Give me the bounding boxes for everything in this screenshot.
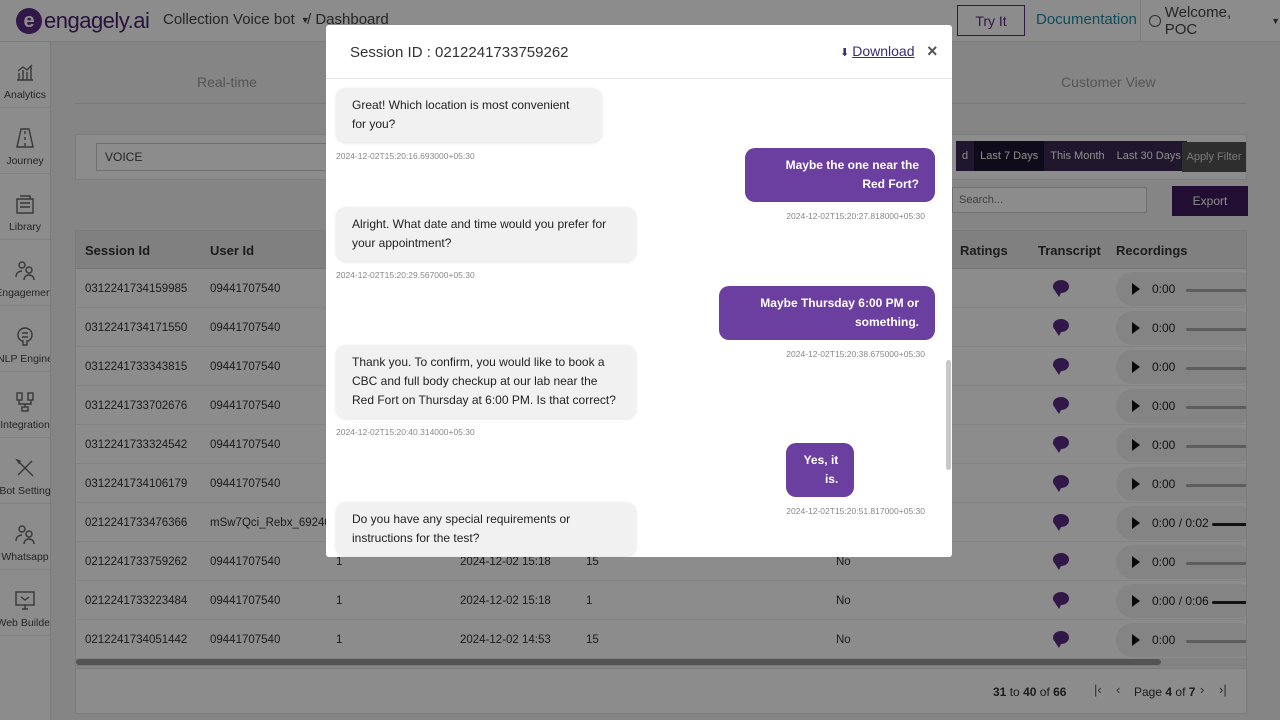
user-message: Maybe Thursday 6:00 PM or something. 2024… bbox=[719, 286, 935, 359]
message-bubble: Thank you. To confirm, you would like to… bbox=[336, 345, 636, 418]
message-timestamp: 2024-12-02T15:20:51.817000+05:30 bbox=[786, 506, 925, 516]
message-timestamp: 2024-12-02T15:20:16.693000+05:30 bbox=[336, 151, 475, 161]
download-link[interactable]: ⬇ Download bbox=[840, 43, 914, 59]
message-timestamp: 2024-12-02T15:20:29.567000+05:30 bbox=[336, 270, 475, 280]
download-icon: ⬇ bbox=[840, 47, 850, 59]
message-bubble: Do you have any special requirements or … bbox=[336, 502, 636, 556]
message-bubble: Alright. What date and time would you pr… bbox=[336, 207, 636, 261]
user-message: Maybe the one near the Red Fort? 2024-12-… bbox=[745, 148, 935, 221]
vertical-scrollbar[interactable] bbox=[946, 360, 951, 470]
bot-message: Thank you. To confirm, you would like to… bbox=[336, 345, 636, 437]
transcript-modal: Session ID : 0212241733759262 ⬇ Download … bbox=[326, 25, 952, 557]
message-bubble: Maybe the one near the Red Fort? bbox=[745, 148, 935, 202]
message-bubble: Yes, it is. bbox=[786, 443, 855, 497]
bot-message: Do you have any special requirements or … bbox=[336, 502, 636, 556]
modal-header: Session ID : 0212241733759262 ⬇ Download … bbox=[326, 25, 952, 79]
bot-message: Great! Which location is most convenient… bbox=[336, 88, 602, 161]
transcript-body[interactable]: Great! Which location is most convenient… bbox=[326, 80, 952, 557]
close-icon[interactable]: × bbox=[927, 41, 938, 62]
message-timestamp: 2024-12-02T15:20:27.818000+05:30 bbox=[786, 211, 925, 221]
user-message: Yes, it is. 2024-12-02T15:20:51.817000+05… bbox=[786, 443, 935, 516]
message-bubble: Great! Which location is most convenient… bbox=[336, 88, 602, 142]
message-timestamp: 2024-12-02T15:20:38.675000+05:30 bbox=[786, 349, 925, 359]
modal-title: Session ID : 0212241733759262 bbox=[350, 44, 569, 61]
bot-message: Alright. What date and time would you pr… bbox=[336, 207, 636, 280]
message-bubble: Maybe Thursday 6:00 PM or something. bbox=[719, 286, 935, 340]
download-label: Download bbox=[852, 43, 915, 59]
message-timestamp: 2024-12-02T15:20:40.314000+05:30 bbox=[336, 427, 475, 437]
